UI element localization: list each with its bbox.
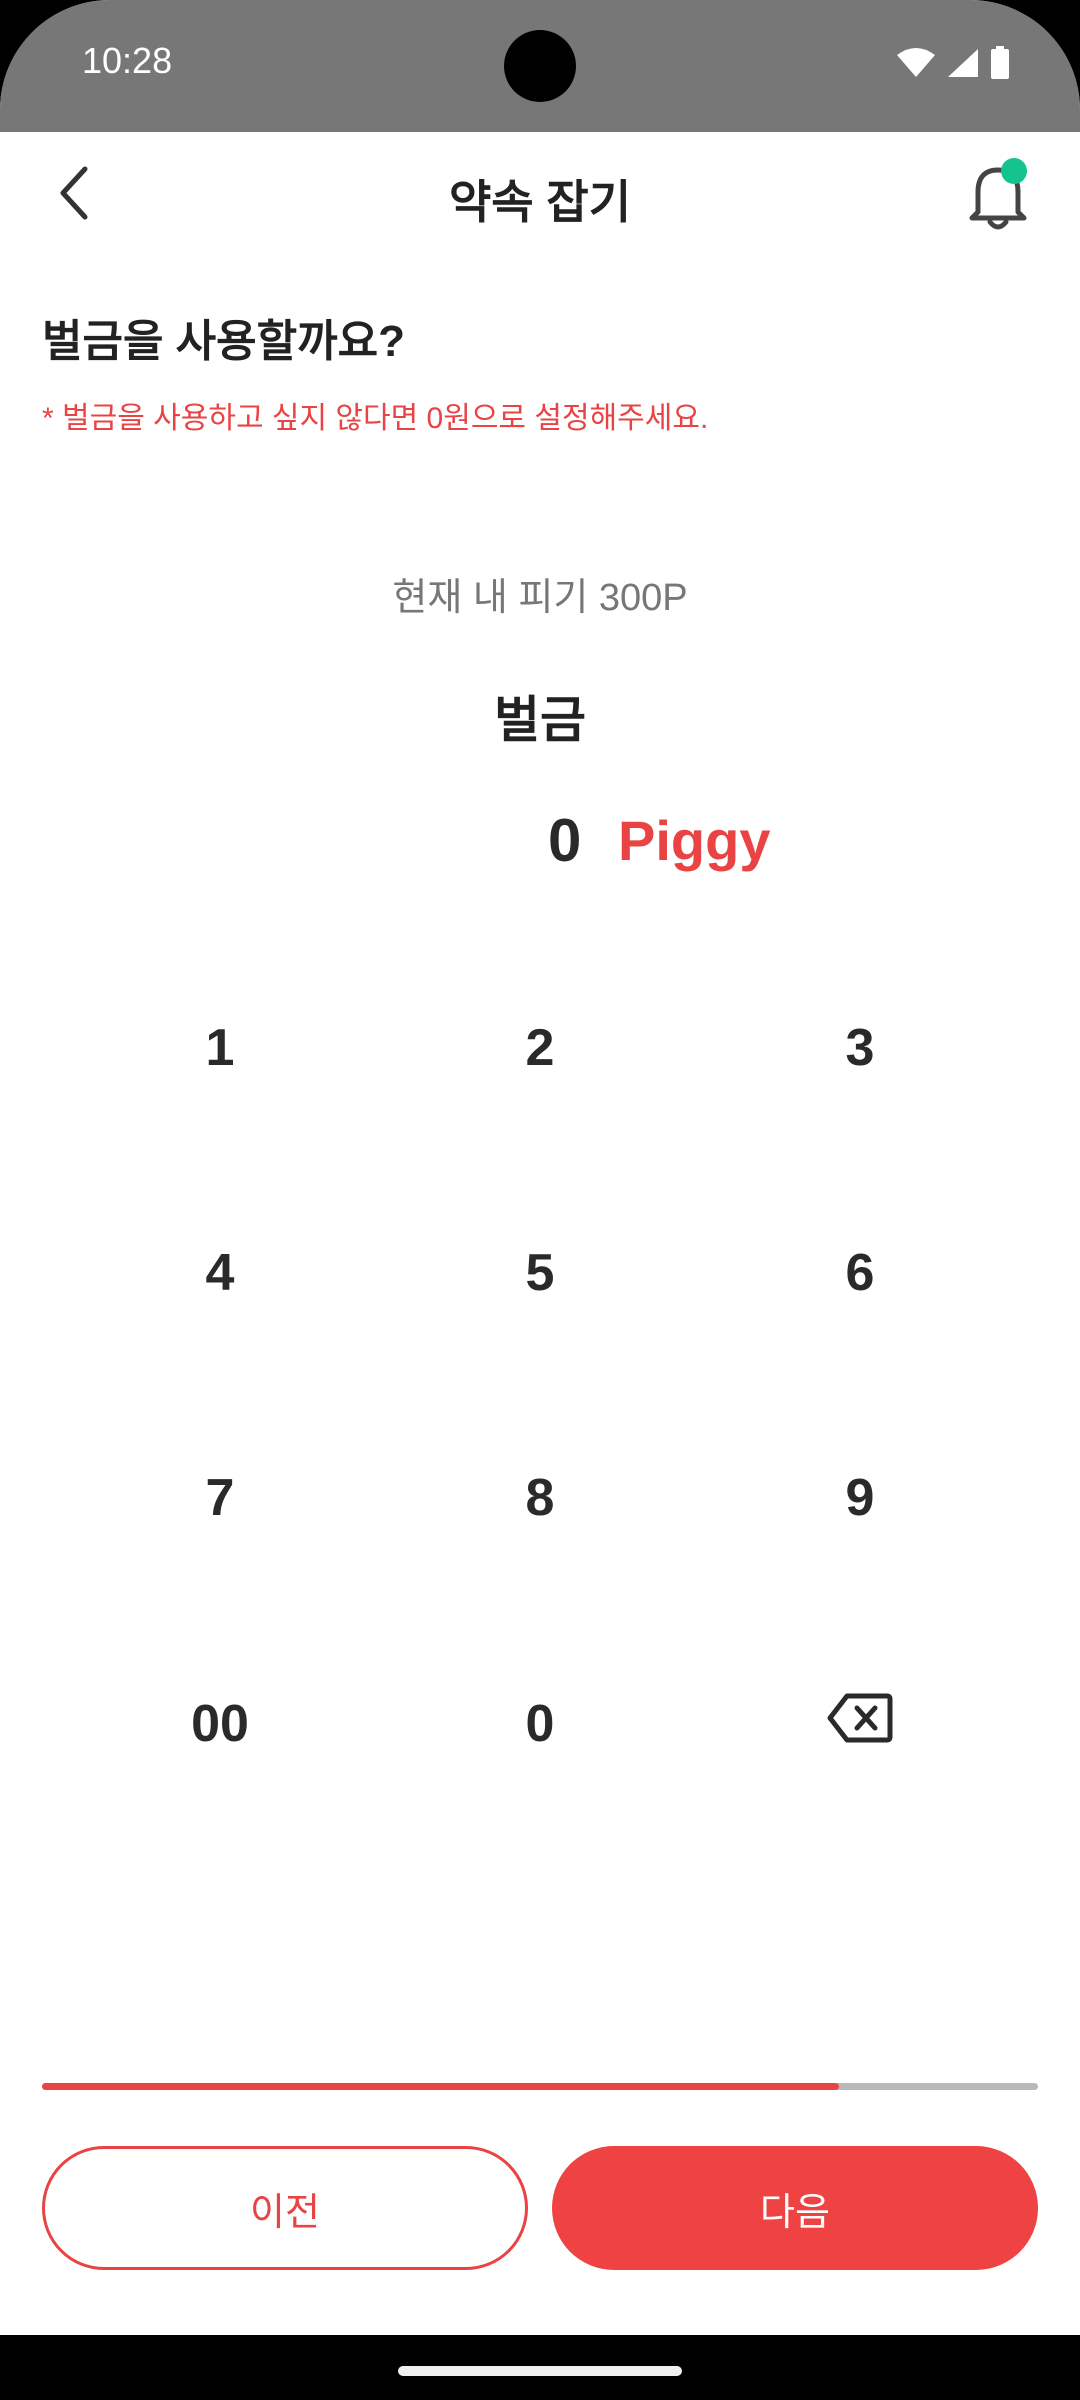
amount-unit: Piggy	[618, 809, 771, 872]
step-progress-fill	[42, 2083, 839, 2090]
balance-text: 현재 내 피기 300P	[392, 577, 688, 619]
next-button[interactable]: 다음	[552, 2146, 1038, 2270]
amount-label: 벌금	[494, 692, 586, 748]
home-indicator[interactable]	[398, 2366, 682, 2376]
step-progress-bar	[42, 2083, 1038, 2090]
app-window: 10:28 약속 잡기 벌금을 사용할까요? * 벌금을 사용하고 싶지 않다면…	[0, 0, 1080, 2335]
status-icons	[896, 46, 1010, 85]
notice-text: * 벌금을 사용하고 싶지 않다면 0원으로 설정해주세요.	[42, 402, 709, 435]
bell-icon	[958, 167, 1038, 240]
key-4[interactable]: 4	[60, 1193, 380, 1353]
wifi-icon	[896, 47, 936, 84]
battery-icon	[990, 46, 1010, 85]
key-0[interactable]: 0	[380, 1644, 700, 1804]
cellular-signal-icon	[946, 47, 980, 84]
amount-display: 0 Piggy	[0, 806, 1080, 876]
camera-cutout	[504, 30, 576, 102]
key-8[interactable]: 8	[380, 1418, 700, 1578]
key-1[interactable]: 1	[60, 968, 380, 1128]
prev-button[interactable]: 이전	[42, 2146, 528, 2270]
notification-dot	[1001, 158, 1027, 184]
status-bar: 10:28	[0, 0, 1080, 132]
backspace-key[interactable]	[700, 1644, 1020, 1804]
status-time: 10:28	[82, 40, 173, 81]
number-keypad: 1 2 3 4 5 6 7 8 9 00 0	[0, 968, 1080, 1868]
screen: 10:28 약속 잡기 벌금을 사용할까요? * 벌금을 사용하고 싶지 않다면…	[0, 0, 1080, 2400]
page-title: 약속 잡기	[448, 176, 632, 228]
key-3[interactable]: 3	[700, 968, 1020, 1128]
backspace-icon	[827, 1692, 893, 1757]
amount-value: 0	[548, 807, 582, 874]
key-5[interactable]: 5	[380, 1193, 700, 1353]
key-00[interactable]: 00	[60, 1644, 380, 1804]
key-9[interactable]: 9	[700, 1418, 1020, 1578]
key-2[interactable]: 2	[380, 968, 700, 1128]
app-header: 약속 잡기	[0, 132, 1080, 260]
question-heading: 벌금을 사용할까요?	[42, 317, 405, 366]
key-7[interactable]: 7	[60, 1418, 380, 1578]
key-6[interactable]: 6	[700, 1193, 1020, 1353]
